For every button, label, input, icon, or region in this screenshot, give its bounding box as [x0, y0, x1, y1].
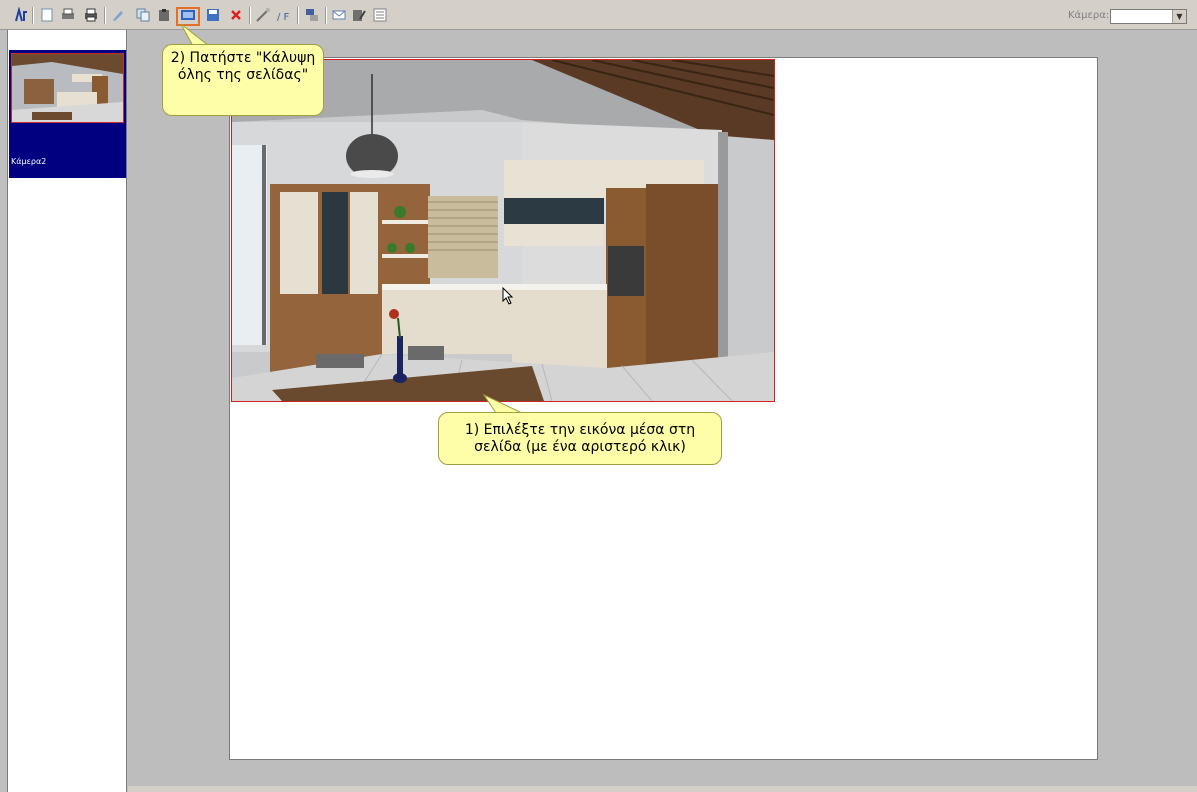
print-setup-icon[interactable] — [60, 7, 76, 23]
toolbar-separator — [104, 7, 106, 24]
toolbar-separator — [297, 7, 299, 24]
callout-step1-text: 1) Επιλέξτε την εικόνα μέσα στη σελίδα (… — [464, 422, 696, 455]
horizontal-scrollbar[interactable] — [128, 786, 1197, 792]
properties-icon[interactable] — [372, 7, 388, 23]
draw-icon[interactable] — [110, 7, 126, 23]
thumbnail-caption: Κάμερα2 — [11, 157, 47, 166]
thumbnail-item[interactable]: Κάμερα2 — [9, 50, 126, 178]
thumbnail-image — [11, 53, 124, 123]
delete-icon[interactable] — [228, 7, 244, 23]
paste-icon[interactable] — [156, 7, 172, 23]
page-workspace — [128, 30, 1197, 792]
email-icon[interactable] — [331, 7, 347, 23]
toolbar-separator — [325, 7, 327, 24]
toolbar-separator — [249, 7, 251, 24]
chevron-down-icon[interactable]: ▼ — [1172, 10, 1186, 23]
camera-select-value — [1111, 17, 1113, 28]
wand-icon[interactable] — [255, 7, 271, 23]
camera-select[interactable]: ▼ — [1110, 9, 1187, 24]
print-page[interactable] — [229, 57, 1098, 760]
toolbar-separator — [32, 7, 34, 24]
save-icon[interactable] — [205, 7, 221, 23]
callout-step2-text: 2) Πατήστε "Κάλυψη όλης της σελίδας" — [170, 50, 316, 83]
mouse-cursor-icon — [502, 287, 514, 305]
edit-icon[interactable] — [351, 7, 367, 23]
callout-step1: 1) Επιλέξτε την εικόνα μέσα στη σελίδα (… — [438, 412, 722, 465]
font-icon[interactable]: / F — [276, 7, 292, 23]
new-page-icon[interactable] — [39, 7, 55, 23]
camera-label: Κάμερα: — [1068, 10, 1110, 21]
svg-text:/ F: / F — [277, 12, 290, 23]
callout-step2: 2) Πατήστε "Κάλυψη όλης της σελίδας" — [162, 44, 324, 116]
thumbnail-sidebar: Κάμερα2 — [7, 30, 127, 792]
logo-icon[interactable] — [13, 7, 29, 23]
arrange-icon[interactable] — [304, 7, 320, 23]
print-icon[interactable] — [83, 7, 99, 23]
copy-icon[interactable] — [135, 7, 151, 23]
